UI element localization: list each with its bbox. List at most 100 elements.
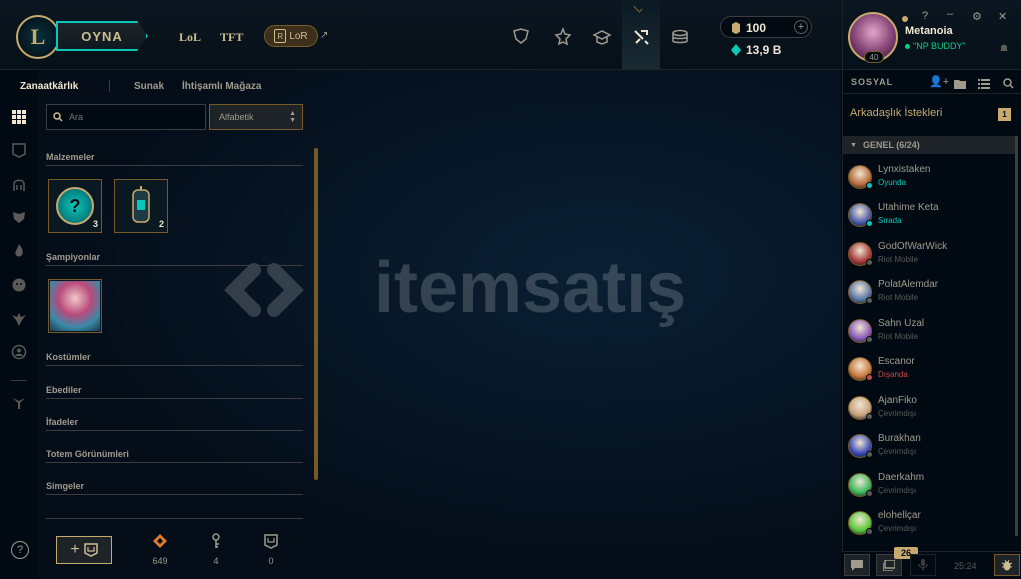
lor-badge-icon: R: [274, 29, 287, 43]
nav-lol[interactable]: LoL: [179, 30, 201, 45]
profile-crest-icon[interactable]: [548, 22, 578, 52]
friend-row[interactable]: PolatAlemdar Riot Mobile: [844, 277, 1014, 315]
bug-icon: [1001, 559, 1013, 571]
add-folder-icon[interactable]: [954, 76, 966, 89]
clock-display: 25:24: [954, 561, 977, 571]
add-chest-button[interactable]: +: [56, 536, 112, 564]
category-emotes: İfadeler: [46, 417, 303, 431]
category-materials: Malzemeler: [46, 152, 303, 166]
clash-trophy-icon[interactable]: [506, 22, 536, 52]
voice-button[interactable]: [910, 554, 936, 576]
friend-row[interactable]: GodOfWarWick Riot Mobile: [844, 239, 1014, 277]
add-friend-icon[interactable]: 👤+: [929, 75, 949, 88]
help-icon[interactable]: ?: [922, 10, 928, 22]
friend-name: elohellçar: [878, 510, 921, 521]
list-view-icon[interactable]: [978, 76, 990, 89]
friend-group-header[interactable]: ▼ GENEL (6/24): [842, 136, 1016, 154]
eternals-flame-icon[interactable]: [10, 242, 28, 260]
status-dot-icon: [866, 220, 873, 227]
key-count: 4: [213, 556, 219, 566]
key-icon: [212, 533, 220, 548]
microphone-icon: [918, 559, 928, 571]
profile-status-message[interactable]: "NP BUDDY": [913, 41, 966, 51]
be-icon: [731, 21, 741, 34]
all-grid-icon[interactable]: [10, 108, 28, 126]
collection-icon[interactable]: [587, 22, 617, 52]
nav-tft[interactable]: TFT: [220, 30, 243, 45]
emote-smile-icon[interactable]: [10, 276, 28, 294]
friend-requests-count: 1: [998, 108, 1011, 121]
status-dot-icon: [866, 451, 873, 458]
nav-lor[interactable]: R LoR: [264, 25, 318, 47]
league-logo[interactable]: L: [16, 15, 60, 59]
rp-icon: [731, 43, 741, 56]
friend-row[interactable]: Escanor Dışanda: [844, 354, 1014, 392]
friend-status: Çevrimdışı: [878, 486, 917, 495]
status-dot-icon: [866, 182, 873, 189]
friend-list-scrollbar[interactable]: [1015, 136, 1018, 536]
friend-name: Burakhan: [878, 433, 921, 444]
friend-row[interactable]: elohellçar Çevrimdışı: [844, 508, 1014, 546]
tab-divider: [109, 80, 110, 92]
champion-shard-tile[interactable]: [48, 279, 102, 333]
friend-row[interactable]: AjanFiko Çevrimdışı: [844, 393, 1014, 431]
friend-name: Escanor: [878, 356, 915, 367]
friend-row[interactable]: Daerkahm Çevrimdışı: [844, 470, 1014, 508]
friend-row[interactable]: Lynxistaken Oyunda: [844, 162, 1014, 200]
sidebar-divider: [11, 380, 27, 381]
champion-helmet-icon[interactable]: [10, 176, 28, 194]
status-dot-icon: [866, 259, 873, 266]
minimize-icon[interactable]: –: [947, 8, 953, 20]
sort-dropdown[interactable]: Alfabetik ▲ ▼: [209, 104, 303, 130]
category-skins: Kostümler: [46, 352, 303, 366]
category-ward-skins: Totem Görünümleri: [46, 449, 303, 463]
chest-icon[interactable]: [10, 141, 28, 159]
loot-hammer-icon[interactable]: [626, 22, 656, 52]
notifications-bell-icon[interactable]: [999, 40, 1009, 52]
friend-name: AjanFiko: [878, 395, 917, 406]
friend-group-label: GENEL (6/24): [862, 140, 920, 150]
friend-row[interactable]: Utahime Keta Sırada: [844, 200, 1014, 238]
profile-name[interactable]: Metanoia: [905, 25, 953, 37]
search-box[interactable]: [46, 104, 206, 130]
category-icons: Simgeler: [46, 481, 303, 495]
friend-status: Çevrimdışı: [878, 524, 917, 533]
svg-text:itemsatış: itemsatış: [374, 248, 686, 328]
friend-name: Utahime Keta: [878, 202, 939, 213]
social-title: SOSYAL: [851, 77, 894, 87]
friend-requests-label[interactable]: Arkadaşlık İstekleri: [850, 107, 942, 119]
friend-status: Çevrimdışı: [878, 447, 917, 456]
status-dot-icon: [866, 490, 873, 497]
status-dot-icon: [866, 374, 873, 381]
status-dot-icon: [866, 528, 873, 535]
level-badge: 40: [864, 51, 884, 63]
tab-crafting[interactable]: Zanaatkârlık: [20, 81, 78, 92]
friend-status: Çevrimdışı: [878, 409, 917, 418]
online-status-dot-icon: [905, 44, 910, 49]
close-icon[interactable]: ✕: [998, 10, 1007, 23]
crafting-anvil-icon[interactable]: [10, 394, 28, 412]
capsule-count: 2: [159, 219, 165, 229]
tab-altar[interactable]: Sunak: [134, 81, 164, 92]
play-button[interactable]: OYNA: [56, 21, 148, 51]
social-search-icon[interactable]: [1003, 76, 1014, 89]
tab-prestige-store[interactable]: İhtişamlı Mağaza: [182, 81, 261, 92]
friend-name: Sahn Uzal: [878, 318, 925, 329]
bug-report-button[interactable]: [994, 554, 1020, 576]
loot-scrollbar[interactable]: [314, 148, 318, 480]
search-input[interactable]: [69, 112, 189, 122]
friend-row[interactable]: Burakhan Çevrimdışı: [844, 431, 1014, 469]
footer-divider: [46, 518, 303, 519]
chat-button[interactable]: [844, 554, 870, 576]
settings-gear-icon[interactable]: ⚙: [972, 10, 982, 23]
sort-selected-value: Alfabetik: [219, 112, 254, 122]
store-coins-icon[interactable]: [665, 22, 695, 52]
profile-icon-icon[interactable]: [10, 343, 28, 361]
dropdown-chevron-icon: ▲ ▼: [289, 110, 296, 124]
friend-row[interactable]: Sahn Uzal Riot Mobile: [844, 316, 1014, 354]
skin-mask-icon[interactable]: [10, 208, 28, 226]
ward-totem-icon[interactable]: [10, 310, 28, 328]
be-value: 100: [746, 21, 767, 35]
help-question-icon[interactable]: ?: [11, 541, 29, 559]
add-currency-icon[interactable]: +: [794, 20, 808, 34]
